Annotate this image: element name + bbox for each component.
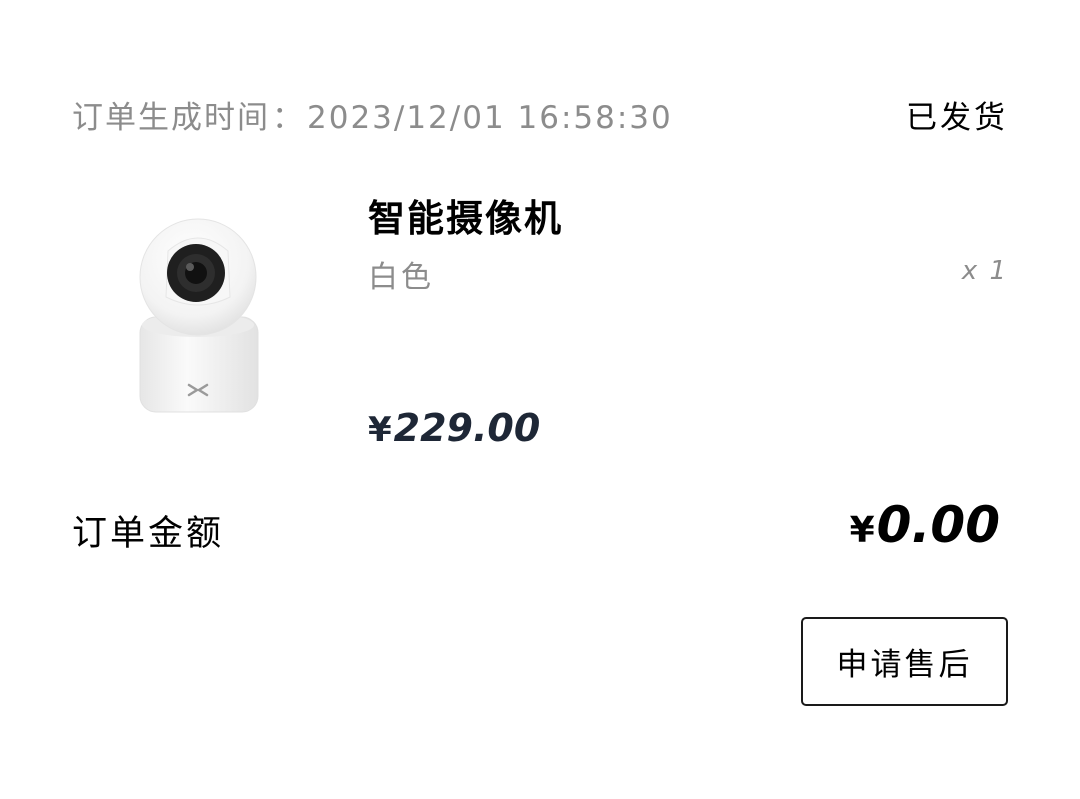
order-time-label: 订单生成时间 [72,100,270,136]
order-time: 订单生成时间：2023/12/01 16:58:30 [72,92,673,137]
product-price: ¥229.00 [368,406,540,450]
security-camera-icon [139,218,259,413]
order-time-value: 2023/12/01 16:58:30 [307,100,673,136]
order-time-separator: ： [272,100,305,136]
product-image[interactable] [118,205,278,425]
product-spec: 白色 [368,260,434,295]
product-price-amount: 229.00 [393,406,541,450]
order-total: ¥0.00 [850,496,1000,554]
product-quantity: x 1 [961,256,1008,286]
order-status: 已发货 [906,100,1008,136]
product-price-currency: ¥ [368,410,392,450]
product-name[interactable]: 智能摄像机 [368,188,563,242]
order-total-amount: 0.00 [876,496,1000,554]
after-sale-button[interactable]: 申请售后 [801,617,1008,706]
order-total-label: 订单金额 [72,514,225,554]
order-total-currency: ¥ [849,510,875,551]
